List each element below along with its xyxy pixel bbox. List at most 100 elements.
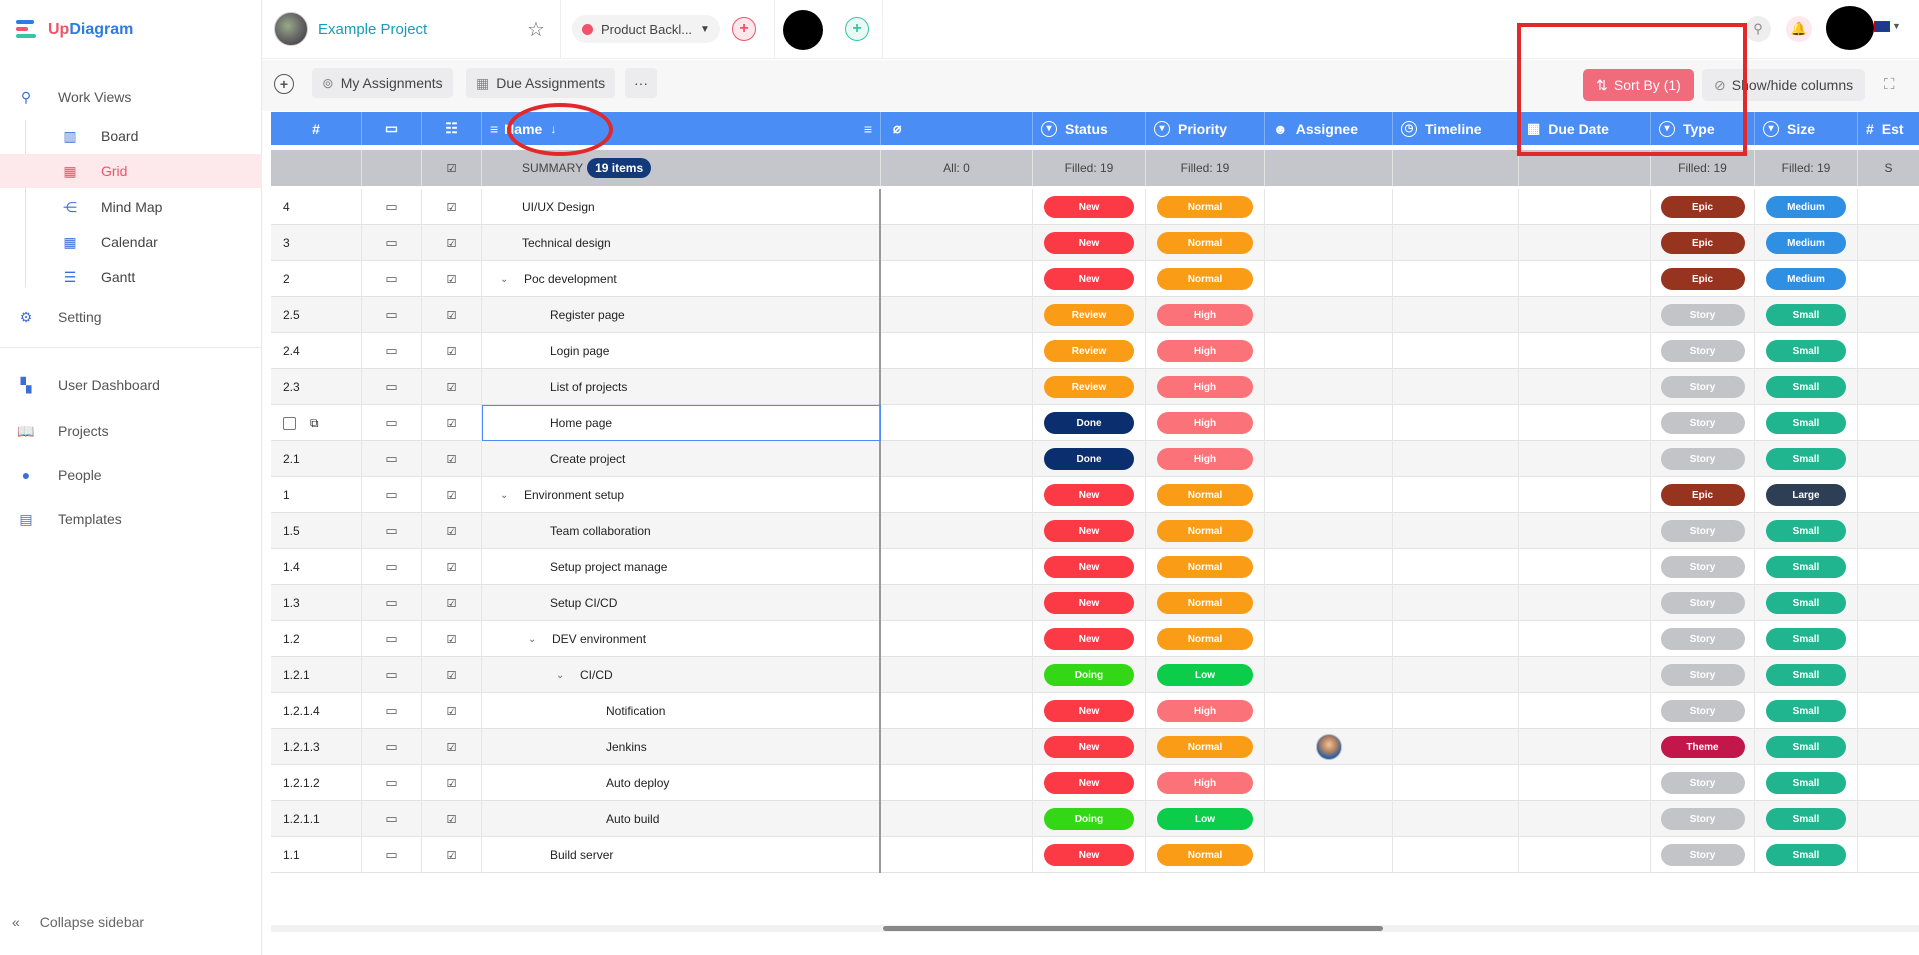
table-row[interactable]: 2.3 ▭ ☑ List of projects Review High Story Smal…: [271, 369, 1919, 405]
comment-cell[interactable]: ▭: [362, 333, 422, 369]
row-number-cell[interactable]: 1.2.1.2: [271, 765, 362, 801]
sidebar-item-calendar[interactable]: ▦ Calendar: [0, 225, 262, 259]
checklist-cell[interactable]: ☑: [422, 585, 482, 621]
assignee-cell[interactable]: [1265, 441, 1393, 477]
column-header-timeline[interactable]: ◷ Timeline: [1393, 112, 1519, 145]
column-header-comments[interactable]: ▭: [362, 112, 422, 145]
comment-cell[interactable]: ▭: [362, 189, 422, 225]
comment-cell[interactable]: ▭: [362, 477, 422, 513]
timeline-cell[interactable]: [1393, 729, 1519, 765]
assignee-cell[interactable]: [1265, 477, 1393, 513]
status-cell[interactable]: New: [1033, 477, 1146, 513]
type-cell[interactable]: Story: [1651, 621, 1755, 657]
size-cell[interactable]: Medium: [1755, 261, 1858, 297]
comment-cell[interactable]: ▭: [362, 549, 422, 585]
attachment-cell[interactable]: [881, 837, 1033, 873]
size-cell[interactable]: Small: [1755, 729, 1858, 765]
type-cell[interactable]: Story: [1651, 513, 1755, 549]
type-cell[interactable]: Story: [1651, 297, 1755, 333]
est-cell[interactable]: [1858, 369, 1919, 405]
assignee-cell[interactable]: [1265, 261, 1393, 297]
est-cell[interactable]: [1858, 405, 1919, 441]
attachment-cell[interactable]: [881, 261, 1033, 297]
comment-cell[interactable]: ▭: [362, 405, 422, 441]
type-cell[interactable]: Story: [1651, 765, 1755, 801]
assignee-cell[interactable]: [1265, 657, 1393, 693]
priority-cell[interactable]: Low: [1146, 657, 1265, 693]
name-cell[interactable]: List of projects: [482, 369, 881, 405]
assignee-cell[interactable]: [1265, 585, 1393, 621]
priority-cell[interactable]: Normal: [1146, 621, 1265, 657]
attachment-cell[interactable]: [881, 801, 1033, 837]
size-cell[interactable]: Small: [1755, 621, 1858, 657]
type-cell[interactable]: Story: [1651, 369, 1755, 405]
status-cell[interactable]: Review: [1033, 333, 1146, 369]
due-date-cell[interactable]: [1519, 333, 1651, 369]
checklist-cell[interactable]: ☑: [422, 261, 482, 297]
name-cell[interactable]: Jenkins: [482, 729, 881, 765]
type-cell[interactable]: Epic: [1651, 225, 1755, 261]
sidebar-item-gantt[interactable]: ☰ Gantt: [0, 260, 262, 294]
est-cell[interactable]: [1858, 549, 1919, 585]
name-cell[interactable]: UI/UX Design: [482, 189, 881, 225]
row-number-cell[interactable]: ⧉: [271, 405, 362, 441]
row-number-cell[interactable]: 1.2.1.3: [271, 729, 362, 765]
name-cell[interactable]: ⌄ Environment setup: [482, 477, 881, 513]
table-row[interactable]: 1.2.1.4 ▭ ☑ Notification New High Story Small: [271, 693, 1919, 729]
name-cell[interactable]: Create project: [482, 441, 881, 477]
due-assignments-button[interactable]: ▦ Due Assignments: [466, 68, 616, 98]
size-cell[interactable]: Small: [1755, 333, 1858, 369]
est-cell[interactable]: [1858, 765, 1919, 801]
column-header-attachments[interactable]: ⌀: [881, 112, 1033, 145]
attachment-cell[interactable]: [881, 729, 1033, 765]
timeline-cell[interactable]: [1393, 549, 1519, 585]
backlog-selector[interactable]: Product Backl... ▼: [572, 15, 720, 43]
timeline-cell[interactable]: [1393, 621, 1519, 657]
timeline-cell[interactable]: [1393, 333, 1519, 369]
priority-cell[interactable]: High: [1146, 765, 1265, 801]
caret-down-icon[interactable]: ▼: [1892, 21, 1901, 31]
est-cell[interactable]: [1858, 657, 1919, 693]
attachment-cell[interactable]: [881, 621, 1033, 657]
priority-cell[interactable]: Normal: [1146, 585, 1265, 621]
table-row[interactable]: 1.2 ▭ ☑ ⌄ DEV environment New Normal Story Small: [271, 621, 1919, 657]
status-cell[interactable]: Doing: [1033, 657, 1146, 693]
row-number-cell[interactable]: 1.2.1: [271, 657, 362, 693]
due-date-cell[interactable]: [1519, 621, 1651, 657]
size-cell[interactable]: Small: [1755, 297, 1858, 333]
type-cell[interactable]: Story: [1651, 801, 1755, 837]
due-date-cell[interactable]: [1519, 261, 1651, 297]
est-cell[interactable]: [1858, 225, 1919, 261]
est-cell[interactable]: [1858, 261, 1919, 297]
attachment-cell[interactable]: [881, 657, 1033, 693]
attachment-cell[interactable]: [881, 333, 1033, 369]
comment-cell[interactable]: ▭: [362, 585, 422, 621]
type-cell[interactable]: Story: [1651, 837, 1755, 873]
timeline-cell[interactable]: [1393, 441, 1519, 477]
menu-icon[interactable]: ≡: [864, 121, 872, 137]
table-row[interactable]: 3 ▭ ☑ Technical design New Normal Epic Medium: [271, 225, 1919, 261]
size-cell[interactable]: Small: [1755, 585, 1858, 621]
assignee-cell[interactable]: [1265, 765, 1393, 801]
redacted-user-avatar[interactable]: [1826, 6, 1874, 50]
due-date-cell[interactable]: [1519, 405, 1651, 441]
name-cell[interactable]: Team collaboration: [482, 513, 881, 549]
size-cell[interactable]: Large: [1755, 477, 1858, 513]
priority-cell[interactable]: Normal: [1146, 837, 1265, 873]
attachment-cell[interactable]: [881, 189, 1033, 225]
row-number-cell[interactable]: 2: [271, 261, 362, 297]
flag-uk-icon[interactable]: [1874, 21, 1890, 32]
est-cell[interactable]: [1858, 297, 1919, 333]
type-cell[interactable]: Story: [1651, 441, 1755, 477]
priority-cell[interactable]: High: [1146, 333, 1265, 369]
sidebar-item-board[interactable]: ▥ Board: [0, 119, 262, 153]
type-cell[interactable]: Theme: [1651, 729, 1755, 765]
est-cell[interactable]: [1858, 729, 1919, 765]
checklist-cell[interactable]: ☑: [422, 837, 482, 873]
timeline-cell[interactable]: [1393, 657, 1519, 693]
type-cell[interactable]: Epic: [1651, 261, 1755, 297]
nav-people[interactable]: ● People: [0, 458, 262, 492]
priority-cell[interactable]: High: [1146, 693, 1265, 729]
nav-work-views[interactable]: ⚲ Work Views: [0, 80, 262, 114]
size-cell[interactable]: Small: [1755, 405, 1858, 441]
